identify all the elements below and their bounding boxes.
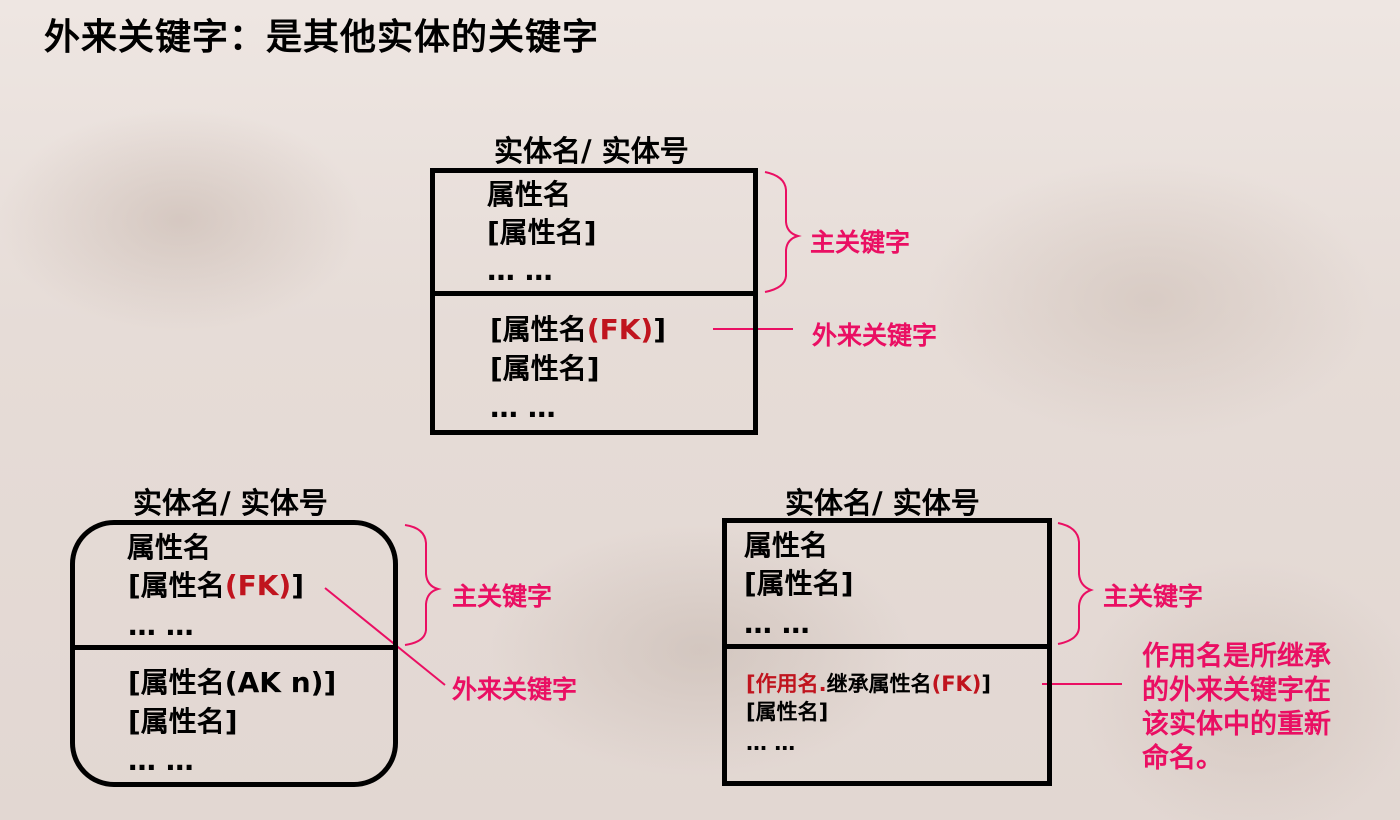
fk-marker: (FK) xyxy=(224,569,292,602)
pk-brace-right xyxy=(1057,522,1094,645)
pk-attr-row: 属性名 xyxy=(744,529,829,562)
pk-label-top: 主关键字 xyxy=(810,228,911,257)
entity-box-top xyxy=(430,168,758,435)
fk-label-top: 外来关键字 xyxy=(812,321,938,350)
page-title: 外来关键字：是其他实体的关键字 xyxy=(44,17,600,58)
pk-attr-row: [属性名] xyxy=(487,216,597,249)
entity-header-top: 实体名/ 实体号 xyxy=(494,134,689,168)
note-line: 命名。 xyxy=(1142,743,1223,774)
entity-header-left: 实体名/ 实体号 xyxy=(133,486,328,520)
entity-divider-left xyxy=(75,645,393,650)
entity-header-right: 实体名/ 实体号 xyxy=(785,486,980,520)
fk-marker: (FK) xyxy=(931,672,982,696)
pk-label-right: 主关键字 xyxy=(1103,582,1204,611)
nonkey-attr-row: [属性名] xyxy=(490,352,600,385)
fk-label-left: 外来关键字 xyxy=(452,675,578,704)
pk-brace-left xyxy=(404,524,442,646)
pk-attr-row: … … xyxy=(744,607,810,640)
role-name-attr-row: [作用名.继承属性名(FK)] xyxy=(746,672,992,696)
pk-attr-row: 属性名 xyxy=(487,178,572,211)
nonkey-attr-row: [属性名] xyxy=(128,705,238,738)
note-line: 作用名是所继承 xyxy=(1142,641,1331,672)
nonkey-attr-row: [属性名] xyxy=(746,700,829,724)
pk-brace-top xyxy=(764,171,802,293)
pk-attr-row: … … xyxy=(128,609,194,642)
role-name: 作用名. xyxy=(755,672,827,696)
role-name-note: 作用名是所继承 的外来关键字在 该实体中的重新 命名。 xyxy=(1142,640,1331,776)
pk-fk-attr-row: [属性名(FK)] xyxy=(128,569,305,602)
alt-key-attr-row: [属性名(AK n)] xyxy=(128,666,337,699)
fk-attr-row: [属性名(FK)] xyxy=(490,313,667,346)
entity-divider-right xyxy=(727,644,1047,649)
pk-label-left: 主关键字 xyxy=(452,582,553,611)
note-line: 该实体中的重新 xyxy=(1142,709,1331,740)
nonkey-attr-row: … … xyxy=(490,391,556,424)
entity-box-left xyxy=(70,520,398,787)
pk-attr-row: [属性名] xyxy=(744,567,854,600)
entity-divider-top xyxy=(435,291,753,296)
note-line: 的外来关键字在 xyxy=(1142,675,1331,706)
fk-marker: (FK) xyxy=(586,313,654,346)
nonkey-attr-row: … … xyxy=(746,731,796,755)
pk-attr-row: … … xyxy=(487,254,553,287)
pk-attr-row: 属性名 xyxy=(127,531,212,564)
nonkey-attr-row: … … xyxy=(128,744,194,777)
